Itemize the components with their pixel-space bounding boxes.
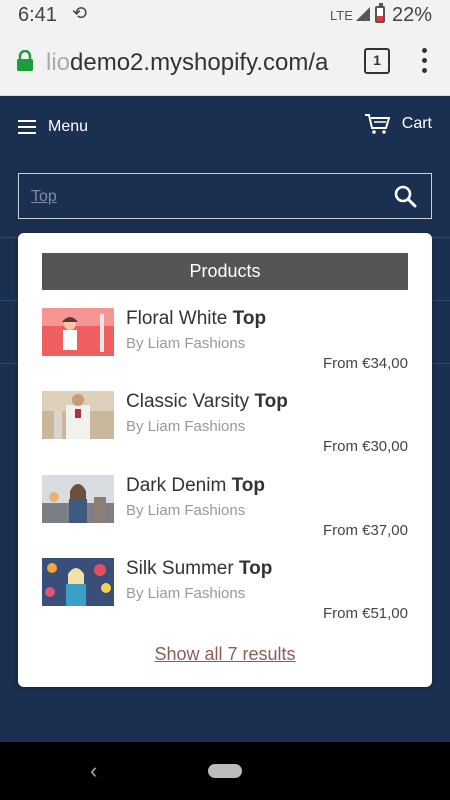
result-price: From €30,00 (322, 438, 408, 455)
menu-button[interactable]: Menu (18, 115, 88, 139)
cart-icon (364, 114, 390, 134)
search-result-item[interactable]: Floral White Top By Liam Fashions From €… (42, 308, 408, 378)
result-price: From €34,00 (322, 355, 408, 372)
product-thumbnail (42, 391, 114, 439)
url-main: demo2.myshopify.com/a (70, 49, 329, 76)
result-title: Classic Varsity Top (126, 391, 288, 412)
site-header: Menu Cart (0, 96, 450, 158)
result-title: Floral White Top (126, 308, 267, 329)
result-title: Dark Denim Top (126, 475, 266, 496)
result-vendor: By Liam Fashions (126, 335, 246, 352)
signal-icon (356, 7, 370, 21)
battery-percent: 22% (392, 4, 433, 26)
browser-toolbar: liodemo2.myshopify.com/a 1 (0, 30, 450, 96)
search-input[interactable] (31, 184, 371, 210)
search-result-item[interactable]: Classic Varsity Top By Liam Fashions Fro… (42, 391, 408, 461)
system-navigation-bar: ‹ (0, 742, 450, 800)
result-vendor: By Liam Fashions (126, 502, 246, 519)
sync-icon: ⟲ (72, 3, 88, 23)
url-faded-prefix: lio (46, 49, 71, 76)
search-box (18, 173, 432, 219)
tab-switcher-button[interactable]: 1 (364, 48, 390, 74)
status-bar: 6:41 ⟲ LTE 22% (0, 0, 450, 30)
result-price: From €37,00 (322, 522, 408, 539)
network-type: LTE (330, 8, 353, 23)
product-thumbnail (42, 475, 114, 523)
product-thumbnail (42, 308, 114, 356)
cart-label: Cart (401, 115, 432, 132)
cart-button[interactable]: Cart (364, 113, 432, 135)
battery-icon (375, 3, 385, 23)
search-results-dropdown: Products Floral White Top By Liam Fashio… (18, 233, 432, 687)
search-result-item[interactable]: Silk Summer Top By Liam Fashions From €5… (42, 558, 408, 628)
lock-icon (17, 50, 33, 71)
menu-label: Menu (48, 118, 89, 135)
result-vendor: By Liam Fashions (126, 585, 246, 602)
result-vendor: By Liam Fashions (126, 418, 246, 435)
back-icon[interactable]: ‹ (90, 758, 97, 784)
address-bar[interactable]: liodemo2.myshopify.com/a (46, 49, 348, 77)
hamburger-icon (18, 120, 36, 134)
search-icon[interactable] (393, 184, 417, 208)
result-title: Silk Summer Top (126, 558, 273, 579)
status-time: 6:41 (18, 4, 57, 26)
more-options-icon[interactable] (416, 48, 432, 78)
product-thumbnail (42, 558, 114, 606)
result-price: From €51,00 (322, 605, 408, 622)
products-section-header: Products (42, 253, 408, 290)
search-result-item[interactable]: Dark Denim Top By Liam Fashions From €37… (42, 475, 408, 545)
home-pill[interactable] (208, 764, 242, 778)
show-all-results-link[interactable]: Show all 7 results (18, 644, 432, 665)
